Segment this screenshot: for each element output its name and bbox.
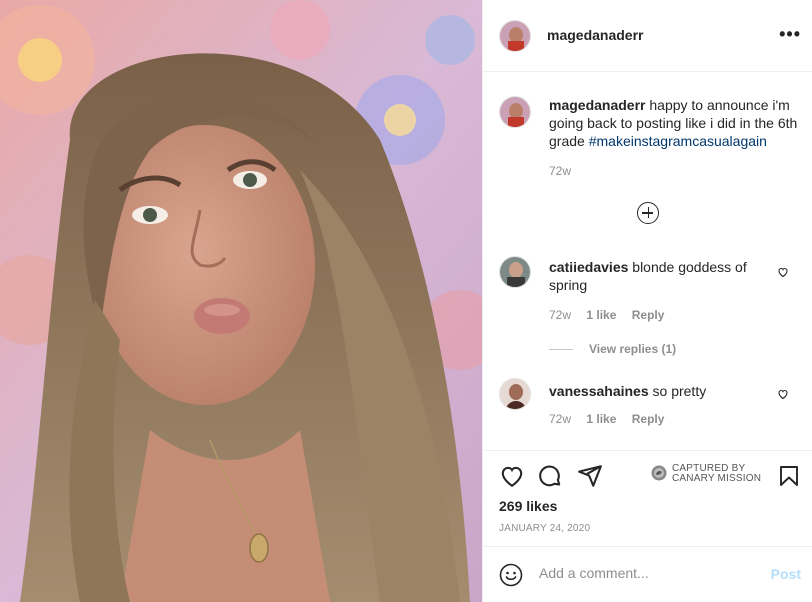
caption-avatar[interactable] — [499, 96, 531, 128]
caption-username[interactable]: magedanaderr — [549, 97, 645, 113]
comment-likes[interactable]: 1 like — [586, 308, 616, 322]
heart-icon[interactable] — [777, 266, 789, 278]
canary-seal-icon — [651, 465, 667, 481]
comment-body: vanessahaines so pretty — [549, 382, 769, 400]
post-comment-button[interactable]: Post — [771, 566, 801, 582]
comment-icon[interactable] — [537, 463, 563, 489]
comment-timestamp[interactable]: 72w — [549, 412, 571, 426]
comment-body: catiiedavies blonde goddess of spring — [549, 258, 769, 294]
commenter-avatar[interactable] — [499, 378, 531, 410]
caption-hashtag[interactable]: #makeinstagramcasualagain — [589, 133, 767, 149]
comment-meta-row: 72w 1 like Reply — [549, 412, 676, 426]
post-photo[interactable] — [0, 0, 482, 602]
comment-timestamp[interactable]: 72w — [549, 308, 571, 322]
avatar[interactable] — [499, 20, 531, 52]
heart-icon[interactable] — [499, 463, 525, 489]
heart-icon[interactable] — [777, 388, 789, 400]
comment-likes[interactable]: 1 like — [586, 412, 616, 426]
post-header: magedanaderr ••• — [483, 0, 812, 72]
comment-meta-row: 72w 1 like Reply — [549, 308, 676, 322]
comment-input[interactable] — [539, 565, 759, 581]
comment-username[interactable]: catiiedavies — [549, 259, 628, 275]
emoji-icon[interactable] — [499, 563, 523, 587]
load-more-icon[interactable] — [637, 202, 659, 224]
more-icon[interactable]: ••• — [779, 24, 801, 45]
bookmark-icon[interactable] — [777, 463, 801, 489]
like-count[interactable]: 269 likes — [499, 498, 557, 514]
comment-username[interactable]: vanessahaines — [549, 383, 649, 399]
share-icon[interactable] — [577, 463, 603, 489]
commenter-avatar[interactable] — [499, 256, 531, 288]
reply-button[interactable]: Reply — [632, 412, 665, 426]
comment-text: so pretty — [652, 383, 707, 399]
post-date[interactable]: January 24, 2020 — [499, 523, 590, 534]
view-replies-button[interactable]: View replies (1) — [549, 342, 676, 356]
post-caption: magedanaderr happy to announce i'm going… — [549, 96, 799, 150]
watermark-line-2: CANARY MISSION — [672, 473, 762, 484]
post-author-username[interactable]: magedanaderr — [547, 27, 643, 43]
add-comment-bar: Post — [483, 546, 812, 602]
reply-button[interactable]: Reply — [632, 308, 665, 322]
post-side-panel: magedanaderr ••• magedanaderr happy to a… — [482, 0, 812, 602]
caption-timestamp[interactable]: 72w — [549, 164, 571, 178]
